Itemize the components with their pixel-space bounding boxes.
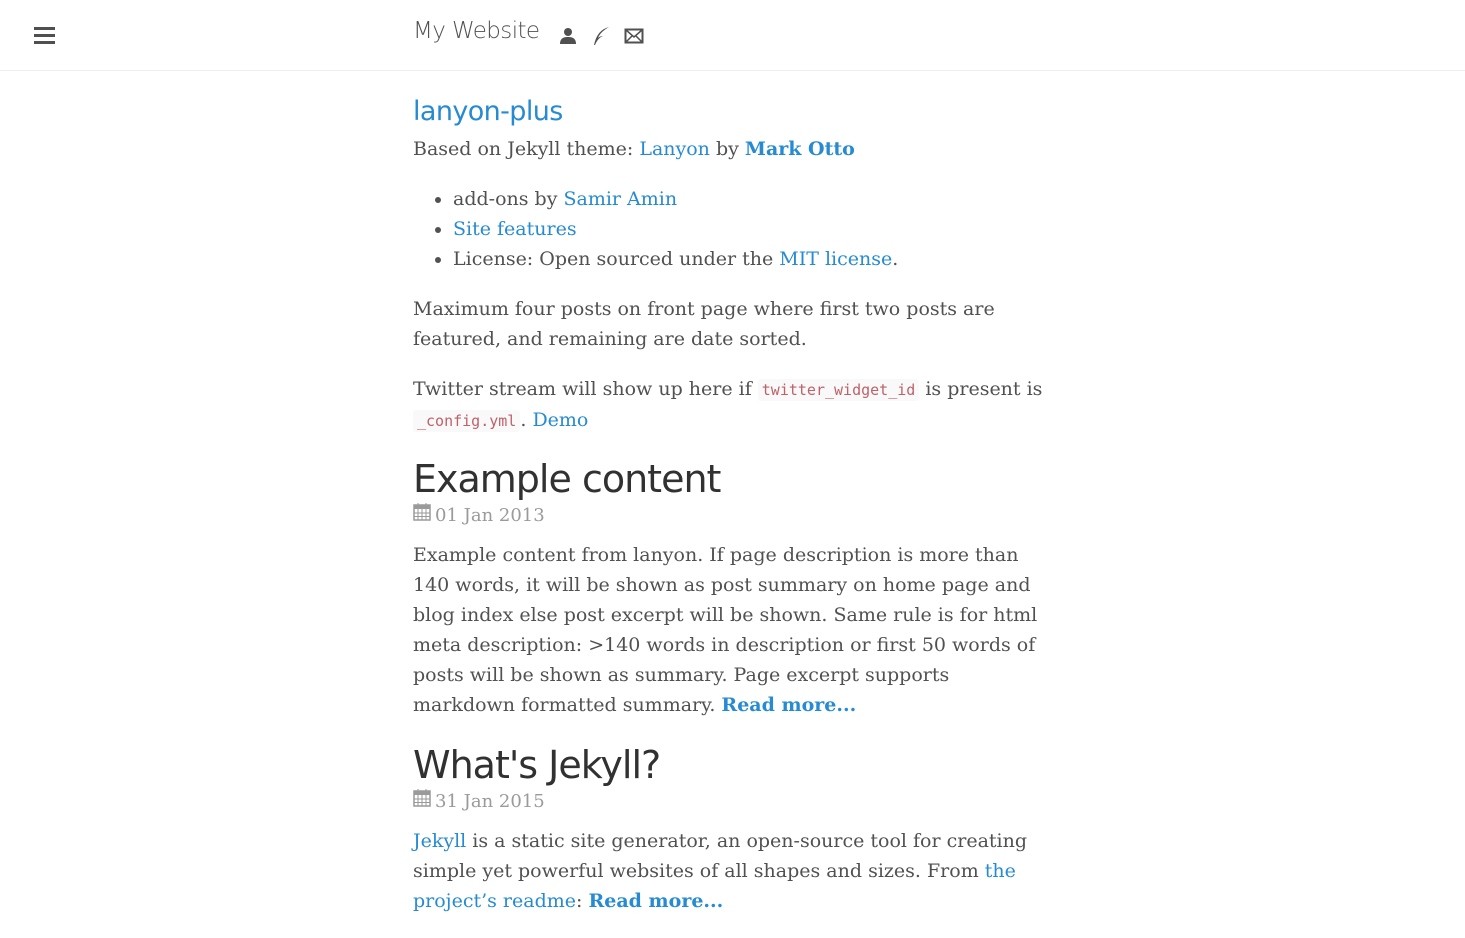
- jekyll-link[interactable]: Jekyll: [413, 830, 466, 852]
- site-title-link[interactable]: My Website: [413, 18, 540, 44]
- header-nav-icons: [558, 26, 644, 46]
- read-more-link[interactable]: Read more...: [588, 890, 723, 912]
- mit-license-link[interactable]: MIT license: [779, 248, 892, 270]
- list-item-text: License: Open sourced under the: [453, 248, 780, 270]
- page-title: lanyon-plus: [413, 92, 1053, 132]
- front-page-note: Maximum four posts on front page where f…: [413, 298, 995, 350]
- post-summary: Example content from lanyon. If page des…: [413, 540, 1053, 720]
- post-example-content: Example content 01 Jan 2013 Example cont…: [413, 456, 1053, 720]
- read-more-link[interactable]: Read more...: [721, 694, 856, 716]
- author-name: Mark Otto: [744, 138, 855, 160]
- site-features-link[interactable]: Site features: [453, 218, 577, 240]
- post-summary-sep: :: [576, 890, 589, 912]
- demo-link[interactable]: Demo: [532, 409, 588, 431]
- list-item: add-ons by Samir Amin: [453, 184, 1053, 214]
- intro-text: Based on Jekyll theme:: [413, 138, 640, 160]
- feather-icon[interactable]: [591, 26, 611, 46]
- post-date: 01 Jan 2013: [413, 502, 1053, 530]
- list-item-text: add-ons by: [453, 188, 564, 210]
- twitter-note-sep: .: [520, 409, 533, 431]
- list-item: License: Open sourced under the MIT lice…: [453, 244, 1053, 274]
- intro-by-text: by: [709, 138, 745, 160]
- lanyon-link[interactable]: Lanyon: [639, 138, 710, 160]
- list-item: Site features: [453, 214, 1053, 244]
- menu-toggle-icon[interactable]: [34, 27, 55, 44]
- post-date: 31 Jan 2015: [413, 788, 1053, 816]
- mark-otto-link[interactable]: Mark Otto: [745, 138, 855, 160]
- post-summary-text: Example content from lanyon. If page des…: [413, 544, 1038, 716]
- main-content: lanyon-plus Based on Jekyll theme: Lanyo…: [413, 92, 1053, 938]
- calendar-icon: [413, 502, 431, 530]
- post-summary-text: is a static site generator, an open-sour…: [413, 830, 1028, 882]
- calendar-icon: [413, 788, 431, 816]
- twitter-note-middle: is present is: [919, 378, 1043, 400]
- user-icon[interactable]: [558, 26, 578, 46]
- post-title-link[interactable]: What's Jekyll?: [413, 743, 661, 787]
- list-item-suffix: .: [892, 248, 899, 270]
- post-title-link[interactable]: Example content: [413, 457, 721, 501]
- twitter-note: Twitter stream will show up here if twit…: [413, 374, 1053, 436]
- post-date-text: 31 Jan 2015: [435, 791, 545, 812]
- post-date-text: 01 Jan 2013: [435, 505, 545, 526]
- post-title: Example content: [413, 456, 1053, 502]
- code-twitter-widget-id: twitter_widget_id: [757, 379, 920, 401]
- page-title-link[interactable]: lanyon-plus: [413, 96, 563, 127]
- envelope-icon[interactable]: [624, 26, 644, 46]
- post-whats-jekyll: What's Jekyll? 31 Jan 2015 Jekyll is a s…: [413, 742, 1053, 916]
- intro-paragraph: Based on Jekyll theme: Lanyon by Mark Ot…: [413, 134, 1053, 164]
- code-config-yml: _config.yml: [413, 410, 521, 432]
- twitter-note-text: Twitter stream will show up here if: [413, 378, 758, 400]
- masthead: My Website: [0, 0, 1465, 71]
- samir-amin-link[interactable]: Samir Amin: [563, 188, 677, 210]
- post-summary: Jekyll is a static site generator, an op…: [413, 826, 1053, 916]
- post-title: What's Jekyll?: [413, 742, 1053, 788]
- features-list: add-ons by Samir Amin Site features Lice…: [413, 184, 1053, 274]
